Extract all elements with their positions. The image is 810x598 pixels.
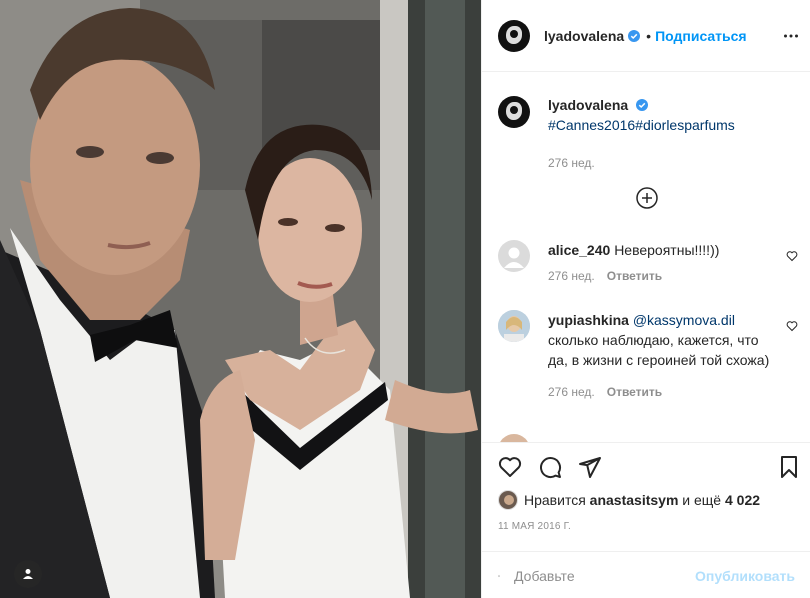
like-heart-icon[interactable] <box>498 455 522 479</box>
comments-list[interactable]: lyadovalena #Cannes2016#diorlesparfums 2… <box>482 72 810 442</box>
comment-age[interactable]: 276 нед. <box>548 269 595 283</box>
comment-username[interactable]: alice_240 <box>548 242 610 258</box>
likes-suffix: и ещё <box>682 492 722 508</box>
instagram-post: lyadovalena • Подписаться lyadovalena #C… <box>0 0 810 598</box>
caption-hashtags[interactable]: #Cannes2016#diorlesparfums <box>548 117 735 133</box>
post-photo[interactable] <box>0 0 481 598</box>
reply-button[interactable]: Ответить <box>607 269 662 283</box>
comment-text: Невероятны!!!!)) <box>614 242 720 258</box>
comment-icon[interactable] <box>538 455 562 479</box>
caption-avatar[interactable] <box>498 96 530 128</box>
more-options-icon[interactable] <box>783 28 799 44</box>
comment-input[interactable] <box>514 567 696 584</box>
likes-summary[interactable]: Нравится anastasitsym и ещё 4 022 <box>498 490 760 510</box>
author-avatar[interactable] <box>498 19 530 52</box>
commenter-avatar[interactable] <box>498 310 530 342</box>
comment-username[interactable]: yupiashkina <box>548 312 629 328</box>
publish-button[interactable]: Опубликовать <box>695 568 795 584</box>
follow-button[interactable]: Подписаться <box>655 28 747 44</box>
post-header: lyadovalena • Подписаться <box>482 0 810 72</box>
bookmark-icon[interactable] <box>777 455 801 479</box>
caption-age[interactable]: 276 нед. <box>548 156 595 170</box>
like-comment-icon[interactable] <box>786 250 798 262</box>
photo-scene <box>0 0 481 598</box>
commenter-avatar[interactable] <box>498 240 530 272</box>
post-date[interactable]: 11 мая 2016 г. <box>498 521 571 532</box>
like-comment-icon[interactable] <box>786 320 798 332</box>
load-more-comments-icon[interactable] <box>636 187 658 209</box>
tagged-user-icon[interactable] <box>14 560 42 588</box>
liker-avatar <box>498 490 518 510</box>
comment-text: сколько наблюдаю, кажется, что да, в жиз… <box>548 332 770 368</box>
likes-count[interactable]: 4 022 <box>725 492 760 508</box>
caption-username[interactable]: lyadovalena <box>548 97 628 113</box>
share-icon[interactable] <box>578 455 602 479</box>
likes-prefix: Нравится <box>524 492 586 508</box>
comment-mention[interactable]: @kassymova.dil <box>633 312 735 328</box>
verified-badge-icon <box>636 99 649 111</box>
emoji-icon[interactable] <box>498 564 500 588</box>
verified-badge-icon <box>628 29 641 42</box>
post-actions: Нравится anastasitsym и ещё 4 022 11 мая… <box>482 442 810 598</box>
post-side-panel: lyadovalena • Подписаться lyadovalena #C… <box>481 0 810 598</box>
reply-button[interactable]: Ответить <box>607 385 662 399</box>
add-comment-row: Опубликовать <box>482 551 810 598</box>
liker-username[interactable]: anastasitsym <box>590 492 679 508</box>
header-separator: • <box>646 27 652 44</box>
author-username[interactable]: lyadovalena <box>544 28 624 44</box>
commenter-avatar[interactable] <box>498 434 530 442</box>
comment-age[interactable]: 276 нед. <box>548 385 595 399</box>
